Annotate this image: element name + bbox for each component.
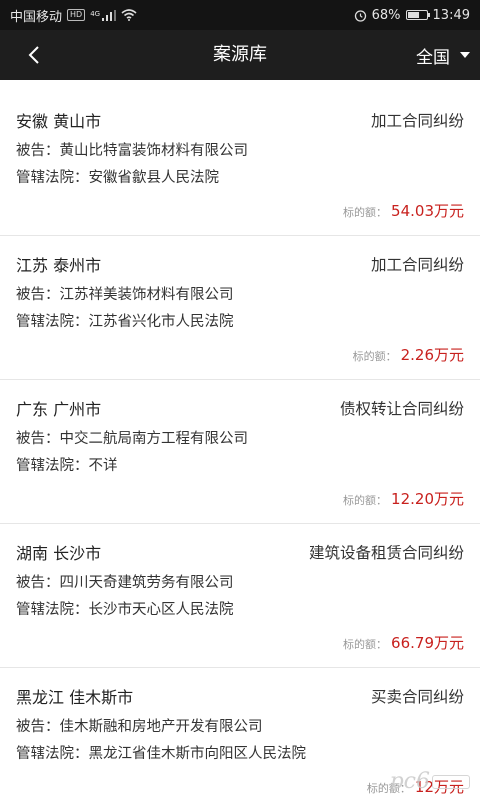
- caret-down-icon: [460, 52, 470, 58]
- court-label: 管辖法院：: [16, 746, 89, 762]
- case-type: 加工合同纠纷: [370, 256, 464, 274]
- amount-label: 标的额：: [343, 494, 388, 507]
- defendant-row: 被告：江苏祥美装饰材料有限公司: [16, 286, 464, 304]
- defendant-label: 被告：: [16, 143, 60, 159]
- case-header: 黑龙江 佳木斯市 买卖合同纠纷: [16, 668, 464, 708]
- defendant-row: 被告：中交二航局南方工程有限公司: [16, 430, 464, 448]
- court-value: 长沙市天心区人民法院: [88, 602, 234, 618]
- status-right: 68% 13:49: [354, 8, 470, 23]
- amount-label: 标的额：: [352, 350, 397, 363]
- court-value: 安徽省歙县人民法院: [88, 170, 220, 186]
- amount-label: 标的额：: [343, 206, 388, 219]
- carrier-label: 中国移动: [10, 9, 63, 25]
- defendant-row: 被告：佳木斯融和房地产开发有限公司: [16, 718, 464, 736]
- case-card[interactable]: 湖南 长沙市 建筑设备租赁合同纠纷 被告：四川天奇建筑劳务有限公司 管辖法院：长…: [0, 524, 480, 668]
- court-label: 管辖法院：: [16, 170, 89, 186]
- nav-bar: 案源库 全国: [0, 30, 480, 80]
- case-card[interactable]: 安徽 黄山市 加工合同纠纷 被告：黄山比特富装饰材料有限公司 管辖法院：安徽省歙…: [0, 80, 480, 236]
- defendant-value: 江苏祥美装饰材料有限公司: [59, 287, 234, 303]
- defendant-value: 黄山比特富装饰材料有限公司: [59, 143, 249, 159]
- amount-row: 标的额： 54.03万元: [343, 200, 464, 221]
- case-card[interactable]: 广东 广州市 债权转让合同纠纷 被告：中交二航局南方工程有限公司 管辖法院：不详…: [0, 380, 480, 524]
- defendant-label: 被告：: [16, 431, 60, 447]
- case-location: 广东 广州市: [16, 400, 102, 419]
- case-card[interactable]: 江苏 泰州市 加工合同纠纷 被告：江苏祥美装饰材料有限公司 管辖法院：江苏省兴化…: [0, 236, 480, 380]
- court-label: 管辖法院：: [16, 458, 89, 474]
- case-type: 加工合同纠纷: [370, 112, 464, 130]
- network-type-label: 4G: [90, 9, 101, 18]
- case-type: 建筑设备租赁合同纠纷: [308, 544, 464, 562]
- court-value: 江苏省兴化市人民法院: [88, 314, 234, 330]
- battery-icon: [405, 10, 430, 20]
- hd-icon: HD: [67, 9, 86, 21]
- amount-value: 12.20万元: [391, 490, 464, 508]
- amount-row: 标的额： 12.20万元: [343, 488, 464, 509]
- court-row: 管辖法院：长沙市天心区人民法院: [16, 601, 464, 619]
- battery-percent: 68%: [371, 7, 401, 23]
- court-value: 黑龙江省佳木斯市向阳区人民法院: [88, 746, 307, 762]
- alarm-icon: [354, 9, 366, 22]
- status-left: 中国移动 HD 4G: [10, 6, 137, 25]
- amount-row: 标的额： 66.79万元: [343, 632, 464, 653]
- defendant-label: 被告：: [16, 719, 60, 735]
- court-row: 管辖法院：不详: [16, 457, 464, 475]
- watermark-badge: [432, 774, 470, 789]
- case-type: 债权转让合同纠纷: [339, 400, 464, 418]
- wifi-icon: [121, 9, 137, 21]
- amount-value: 2.26万元: [400, 346, 464, 364]
- watermark-logo: pc6: [390, 769, 470, 794]
- court-value: 不详: [88, 458, 118, 474]
- amount-row: 标的额： 2.26万元: [353, 344, 464, 365]
- signal-icon: [102, 9, 117, 21]
- defendant-label: 被告：: [16, 287, 60, 303]
- case-header: 江苏 泰州市 加工合同纠纷: [16, 236, 464, 276]
- page-title: 案源库: [213, 44, 267, 65]
- court-label: 管辖法院：: [16, 314, 89, 330]
- case-type: 买卖合同纠纷: [370, 688, 464, 706]
- amount-value: 54.03万元: [391, 202, 464, 220]
- case-location: 安徽 黄山市: [16, 112, 102, 131]
- chevron-left-icon: [28, 46, 39, 64]
- defendant-row: 被告：四川天奇建筑劳务有限公司: [16, 574, 464, 592]
- case-location: 黑龙江 佳木斯市: [16, 688, 134, 707]
- case-header: 广东 广州市 债权转让合同纠纷: [16, 380, 464, 420]
- defendant-value: 四川天奇建筑劳务有限公司: [59, 575, 234, 591]
- region-label: 全国: [416, 47, 450, 68]
- back-button[interactable]: [14, 30, 54, 80]
- case-location: 江苏 泰州市: [16, 256, 102, 275]
- amount-label: 标的额：: [343, 638, 388, 651]
- court-row: 管辖法院：黑龙江省佳木斯市向阳区人民法院: [16, 745, 464, 763]
- defendant-value: 佳木斯融和房地产开发有限公司: [59, 719, 263, 735]
- court-label: 管辖法院：: [16, 602, 89, 618]
- amount-value: 66.79万元: [391, 634, 464, 652]
- clock: 13:49: [432, 7, 470, 23]
- watermark-text: pc6: [389, 769, 430, 794]
- region-dropdown[interactable]: 全国: [416, 30, 470, 80]
- battery-fill: [407, 12, 420, 18]
- court-row: 管辖法院：安徽省歙县人民法院: [16, 169, 464, 187]
- court-row: 管辖法院：江苏省兴化市人民法院: [16, 313, 464, 331]
- defendant-value: 中交二航局南方工程有限公司: [59, 431, 249, 447]
- case-location: 湖南 长沙市: [16, 544, 102, 563]
- defendant-row: 被告：黄山比特富装饰材料有限公司: [16, 142, 464, 160]
- defendant-label: 被告：: [16, 575, 60, 591]
- case-list: 安徽 黄山市 加工合同纠纷 被告：黄山比特富装饰材料有限公司 管辖法院：安徽省歙…: [0, 80, 480, 800]
- status-bar: 中国移动 HD 4G 68% 13:49: [0, 0, 480, 30]
- case-header: 安徽 黄山市 加工合同纠纷: [16, 80, 464, 132]
- case-header: 湖南 长沙市 建筑设备租赁合同纠纷: [16, 524, 464, 564]
